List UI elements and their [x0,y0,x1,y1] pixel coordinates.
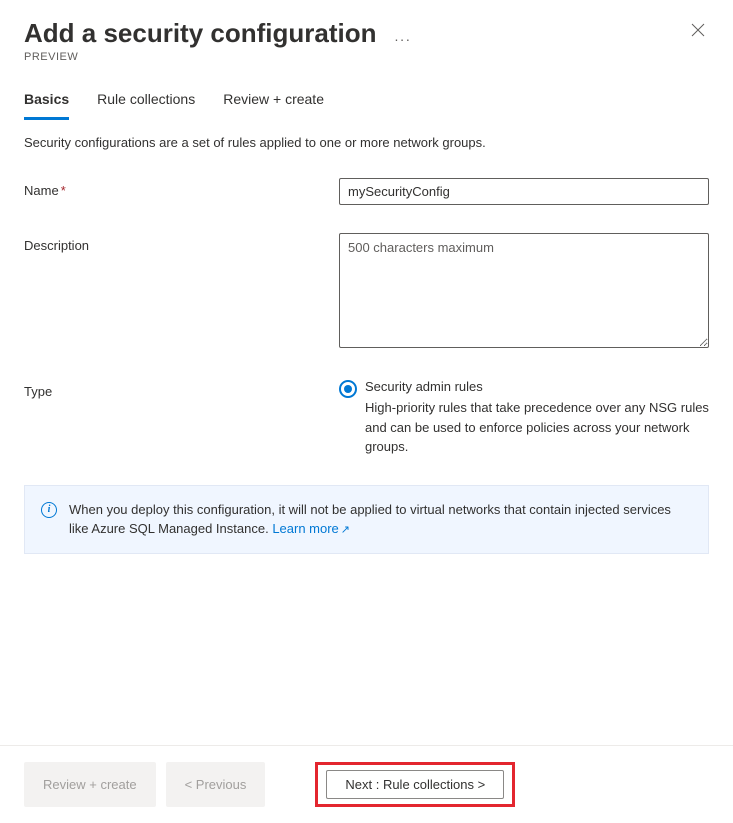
description-textarea[interactable] [339,233,709,348]
type-label: Type [24,379,339,399]
tab-basics[interactable]: Basics [24,91,69,120]
footer: Review + create < Previous Next : Rule c… [0,745,733,823]
name-label: Name* [24,178,339,198]
next-button-highlight: Next : Rule collections > [315,762,515,807]
type-radio-description: High-priority rules that take precedence… [365,398,709,457]
type-radio-security-admin[interactable] [339,380,357,398]
tab-review-create[interactable]: Review + create [223,91,324,120]
close-icon[interactable] [687,18,709,44]
preview-badge: PREVIEW [24,51,687,63]
review-create-button[interactable]: Review + create [24,762,156,807]
page-title: Add a security configuration [24,18,377,49]
info-text: When you deploy this configuration, it w… [69,500,692,539]
more-icon[interactable]: ··· [394,31,411,47]
learn-more-link[interactable]: Learn more↗ [272,521,350,536]
info-box: i When you deploy this configuration, it… [24,485,709,554]
tab-rule-collections[interactable]: Rule collections [97,91,195,120]
name-input[interactable] [339,178,709,205]
description-label: Description [24,233,339,253]
info-icon: i [41,502,57,518]
intro-text: Security configurations are a set of rul… [0,121,733,150]
tabs: Basics Rule collections Review + create [0,63,733,121]
previous-button[interactable]: < Previous [166,762,266,807]
required-asterisk: * [61,183,66,198]
next-button[interactable]: Next : Rule collections > [326,770,504,799]
external-link-icon: ↗ [341,524,350,536]
type-radio-label: Security admin rules [365,379,709,394]
